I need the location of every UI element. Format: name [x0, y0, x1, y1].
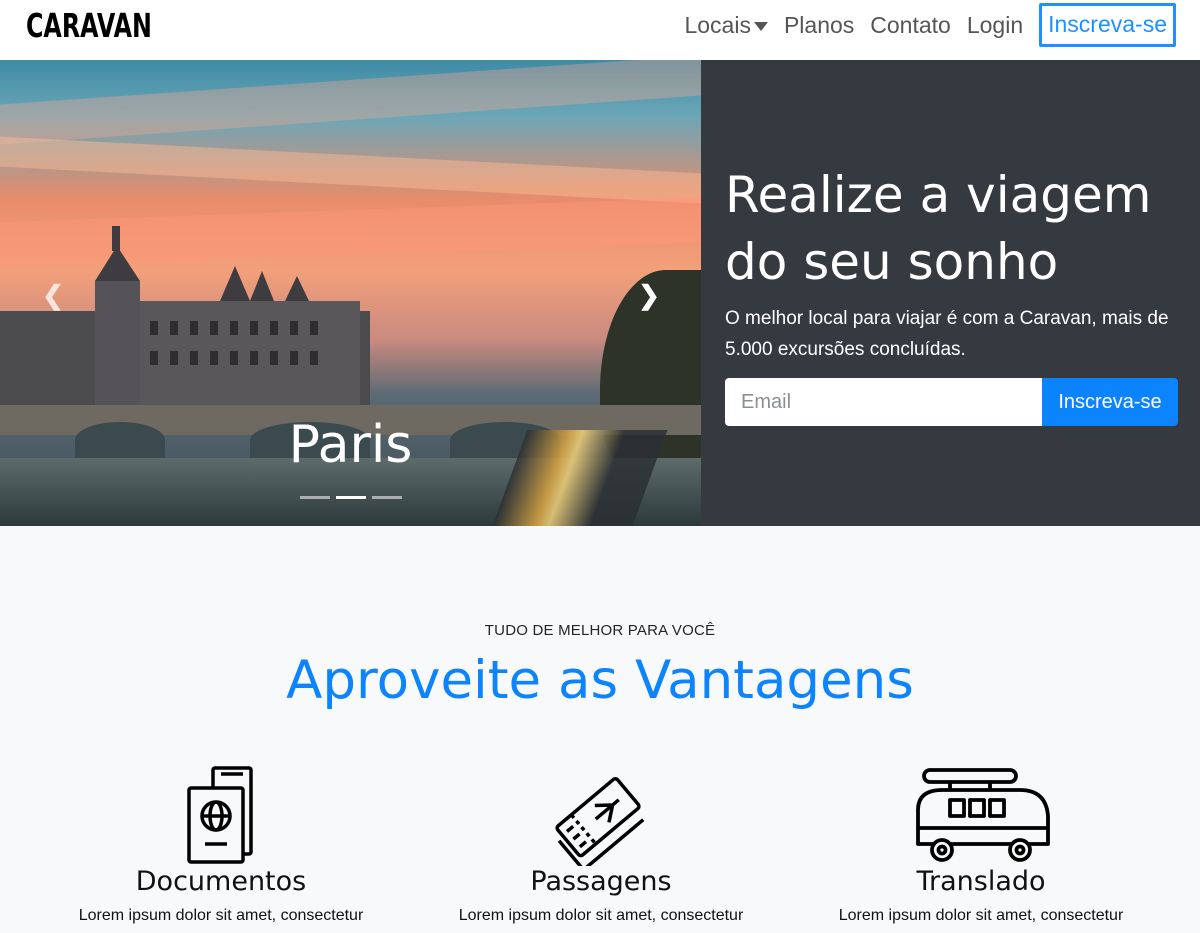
feature-documentos: Documentos Lorem ipsum dolor sit amet, c…: [21, 762, 421, 925]
cloud-band: [0, 136, 701, 204]
feature-passagens: Passagens Lorem ipsum dolor sit amet, co…: [401, 762, 801, 925]
carousel-caption: Paris: [288, 415, 413, 475]
navbar: CARAVAN Locais Planos Contato Login Insc…: [0, 0, 1200, 60]
passport-icon: [21, 762, 421, 866]
caret-down-icon: [753, 21, 768, 31]
cloud-band: [0, 60, 701, 145]
carousel-indicator[interactable]: [300, 496, 330, 499]
brand-logo[interactable]: CARAVAN: [26, 6, 152, 45]
hero-text: O melhor local para viajar é com a Carav…: [725, 308, 1169, 360]
nav-link-label: Locais: [684, 11, 751, 38]
nav-link-planos[interactable]: Planos: [784, 12, 854, 39]
feature-text: Lorem ipsum dolor sit amet, consectetur: [838, 907, 1124, 924]
section-title: Aproveite as Vantagens: [286, 650, 914, 711]
feature-translado: Translado Lorem ipsum dolor sit amet, co…: [781, 762, 1181, 925]
nav-link-login[interactable]: Login: [967, 12, 1023, 39]
chevron-left-icon: ❮: [42, 279, 64, 310]
carousel-indicators: [300, 496, 402, 499]
email-input[interactable]: [725, 378, 1042, 426]
carousel-prev-button[interactable]: ❮: [38, 280, 68, 310]
feature-text: Lorem ipsum dolor sit amet, consectetur: [78, 907, 364, 924]
feature-title: Translado: [916, 866, 1046, 897]
nav-link-contato[interactable]: Contato: [870, 12, 951, 39]
hero-section: ❮ ❯ Paris Realize a viagem do seu sonho …: [0, 60, 1200, 526]
nav-signup-button[interactable]: Inscreva-se: [1039, 3, 1176, 47]
plane-ticket-icon: [401, 762, 801, 866]
feature-title: Passagens: [530, 866, 672, 897]
carousel-indicator[interactable]: [372, 496, 402, 499]
carousel: ❮ ❯ Paris: [0, 60, 701, 526]
signup-button[interactable]: Inscreva-se: [1042, 378, 1178, 426]
signup-form: Inscreva-se: [725, 378, 1178, 426]
features-section: TUDO DE MELHOR PARA VOCÊ Aproveite as Va…: [0, 526, 1200, 933]
hero-title: Realize a viagem do seu sonho: [725, 166, 1152, 291]
nav-link-locais[interactable]: Locais: [684, 11, 768, 39]
van-icon: [781, 762, 1181, 866]
castle-image: [0, 226, 370, 411]
feature-title: Documentos: [135, 866, 307, 897]
carousel-indicator-active[interactable]: [336, 496, 366, 499]
carousel-next-button[interactable]: ❯: [634, 280, 664, 310]
hero-panel: Realize a viagem do seu sonho O melhor l…: [701, 60, 1200, 526]
feature-text: Lorem ipsum dolor sit amet, consectetur: [458, 907, 744, 924]
nav-links: Locais Planos Contato Login Inscreva-se: [668, 0, 1176, 50]
chevron-right-icon: ❯: [638, 279, 660, 310]
section-eyebrow: TUDO DE MELHOR PARA VOCÊ: [484, 622, 716, 639]
